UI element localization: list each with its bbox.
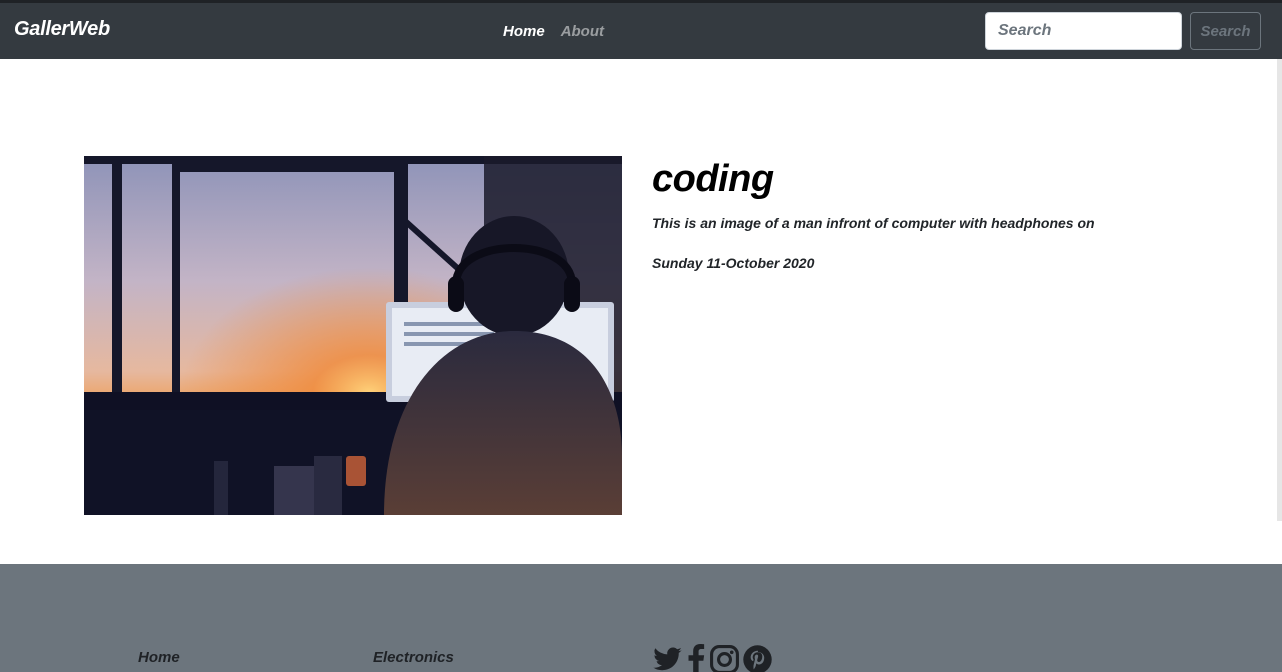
nav-link-home[interactable]: Home: [503, 23, 545, 40]
gallery-photo: [84, 156, 622, 515]
twitter-icon[interactable]: [652, 644, 683, 672]
search-button[interactable]: Search: [1190, 12, 1261, 50]
nav-link-about[interactable]: About: [561, 23, 604, 40]
pinterest-icon[interactable]: [742, 644, 773, 672]
footer-link-home[interactable]: Home: [138, 649, 180, 666]
footer-link-electronics[interactable]: Electronics: [373, 649, 454, 666]
image-description: This is an image of a man infront of com…: [652, 215, 1095, 231]
brand-logo[interactable]: GallerWeb: [14, 18, 110, 41]
social-icons: [652, 644, 773, 672]
photo-illustration: [84, 156, 622, 515]
instagram-icon[interactable]: [709, 644, 740, 672]
search-input[interactable]: [985, 12, 1182, 50]
image-date: Sunday 11-October 2020: [652, 255, 815, 271]
nav-links: Home About: [503, 23, 604, 40]
footer: Home Electronics: [0, 564, 1282, 672]
image-title: coding: [652, 158, 774, 200]
navbar: GallerWeb Home About Search: [0, 3, 1282, 59]
page-scrollbar[interactable]: [1277, 59, 1282, 521]
facebook-icon[interactable]: [685, 644, 707, 672]
